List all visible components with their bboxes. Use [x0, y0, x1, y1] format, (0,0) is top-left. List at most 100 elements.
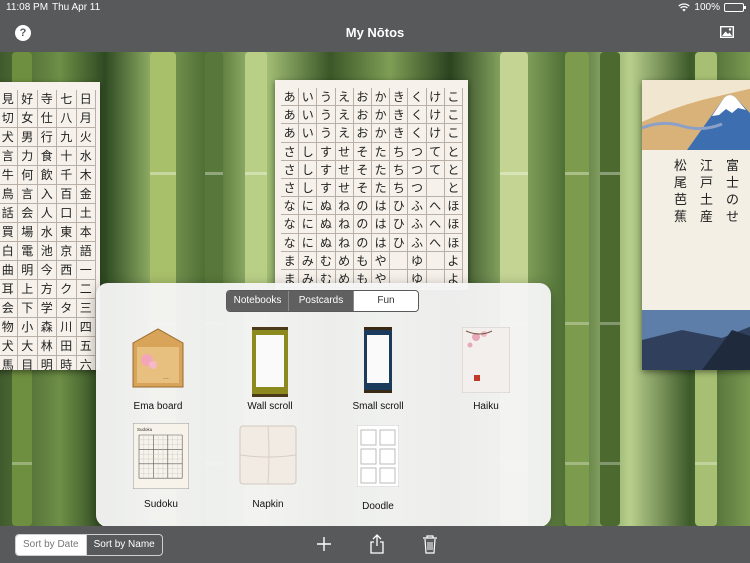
- template-napkin[interactable]: Napkin: [218, 425, 318, 513]
- sort-by-name-button[interactable]: Sort by Name: [87, 535, 162, 555]
- template-doodle[interactable]: Doodle: [328, 424, 428, 513]
- kanji-cell: 買: [0, 223, 18, 242]
- photo-icon[interactable]: [720, 26, 734, 38]
- kana-cell: な: [281, 233, 300, 252]
- bottom-toolbar: Sort by Date Sort by Name: [0, 526, 750, 563]
- kana-cell: と: [444, 160, 463, 179]
- status-date: Thu Apr 11: [52, 2, 101, 13]
- status-bar: 11:08 PM Thu Apr 11 100%: [0, 0, 750, 16]
- kanji-cell: 口: [57, 204, 77, 223]
- share-icon[interactable]: [368, 534, 386, 554]
- bamboo-stalk: [600, 52, 620, 526]
- kana-cell: み: [299, 251, 318, 270]
- kanji-cell: 田: [57, 337, 77, 356]
- kana-cell: え: [335, 106, 354, 125]
- template-label: Napkin: [252, 499, 284, 510]
- kana-cell: あ: [281, 124, 300, 143]
- kana-cell: つ: [408, 179, 427, 198]
- kanji-cell: 方: [37, 280, 57, 299]
- kana-cell: へ: [426, 197, 445, 216]
- kanji-cell: 馬: [0, 356, 18, 370]
- kana-cell: て: [426, 160, 445, 179]
- notebook-card-kanji[interactable]: 日月火水木金土本語一二三四五六七八九十千百口東京西クタ川田時寺仕行食飲入人水池今…: [0, 82, 100, 370]
- kana-cell: い: [299, 124, 318, 143]
- kana-cell: た: [372, 179, 391, 198]
- kana-cell: の: [353, 233, 372, 252]
- kana-cell: う: [317, 106, 336, 125]
- template-label: Small scroll: [352, 401, 404, 412]
- kanji-cell: 上: [18, 280, 38, 299]
- kanji-cell: 語: [76, 242, 96, 261]
- kanji-cell: 男: [18, 128, 38, 147]
- kanji-cell: 入: [37, 185, 57, 204]
- kanji-cell: 水: [37, 223, 57, 242]
- kana-cell: そ: [353, 160, 372, 179]
- kana-cell: ち: [390, 179, 409, 198]
- kana-cell: ゆ: [408, 251, 427, 270]
- kana-cell: に: [299, 215, 318, 234]
- kana-cell: す: [317, 142, 336, 161]
- bamboo-stalk: [565, 52, 589, 526]
- plus-icon[interactable]: [315, 534, 333, 554]
- kanji-cell: 池: [37, 242, 57, 261]
- kana-cell: し: [299, 160, 318, 179]
- kanji-cell: 水: [76, 147, 96, 166]
- kanji-cell: 切: [0, 109, 18, 128]
- kanji-cell: 時: [57, 356, 77, 370]
- doodle-icon: [356, 424, 400, 488]
- kanji-cell: 耳: [0, 280, 18, 299]
- new-note-popover: Notebooks Postcards Fun … Ema board Wall…: [96, 283, 551, 527]
- kana-cell: い: [299, 88, 318, 107]
- kana-cell: か: [372, 106, 391, 125]
- kanji-cell: 西: [57, 261, 77, 280]
- trash-icon[interactable]: [421, 534, 439, 554]
- kanji-cell: 川: [57, 318, 77, 337]
- kanji-cell: 林: [37, 337, 57, 356]
- kana-cell: ふ: [408, 233, 427, 252]
- kanji-cell: 五: [76, 337, 96, 356]
- status-right: 100%: [678, 2, 746, 13]
- kana-cell: へ: [426, 215, 445, 234]
- kana-cell: へ: [426, 233, 445, 252]
- kanji-cell: 七: [57, 90, 77, 109]
- sort-by-date-button[interactable]: Sort by Date: [16, 535, 87, 555]
- template-haiku[interactable]: Haiku: [436, 326, 536, 417]
- notebook-card-print[interactable]: 松尾芭蕉 江戸土産 富士のせ: [642, 80, 750, 370]
- kana-cell: た: [372, 142, 391, 161]
- kana-cell: さ: [281, 160, 300, 179]
- tab-postcards[interactable]: Postcards: [289, 291, 354, 311]
- kana-cell: は: [372, 197, 391, 216]
- kanji-cell: 力: [18, 147, 38, 166]
- kanji-cell: 下: [18, 299, 38, 318]
- kana-cell: け: [426, 106, 445, 125]
- kana-cell: き: [390, 88, 409, 107]
- template-label: Wall scroll: [247, 401, 293, 412]
- kana-cell: よ: [444, 251, 463, 270]
- tab-fun[interactable]: Fun: [354, 291, 418, 311]
- kana-cell: す: [317, 160, 336, 179]
- tab-notebooks[interactable]: Notebooks: [227, 291, 289, 311]
- kanji-cell: タ: [57, 299, 77, 318]
- kana-cell: ね: [335, 197, 354, 216]
- kanji-cell: 人: [37, 204, 57, 223]
- kana-cell: に: [299, 233, 318, 252]
- kana-cell: ふ: [408, 215, 427, 234]
- kana-cell: の: [353, 197, 372, 216]
- kana-cell: う: [317, 124, 336, 143]
- template-small-scroll[interactable]: Small scroll: [328, 327, 428, 417]
- kana-cell: [390, 251, 409, 270]
- kana-cell: な: [281, 197, 300, 216]
- kana-cell: さ: [281, 179, 300, 198]
- template-ema-board[interactable]: … Ema board: [108, 327, 208, 417]
- kanji-cell: 白: [0, 242, 18, 261]
- kana-cell: こ: [444, 106, 463, 125]
- template-wall-scroll[interactable]: Wall scroll: [220, 327, 320, 417]
- notebook-card-kana[interactable]: あいうえおかきくけこあいうえおかきくけこあいうえおかきくけこさしすせそたちつてと…: [275, 80, 468, 290]
- kana-cell: ね: [335, 233, 354, 252]
- poem-column: 江戸土産: [700, 159, 714, 225]
- poem-column: 富士のせ: [726, 159, 740, 225]
- kana-cell: こ: [444, 88, 463, 107]
- sudoku-icon: Sudoku: [132, 422, 190, 490]
- kana-cell: し: [299, 142, 318, 161]
- template-sudoku[interactable]: Sudoku Sudoku: [111, 422, 211, 511]
